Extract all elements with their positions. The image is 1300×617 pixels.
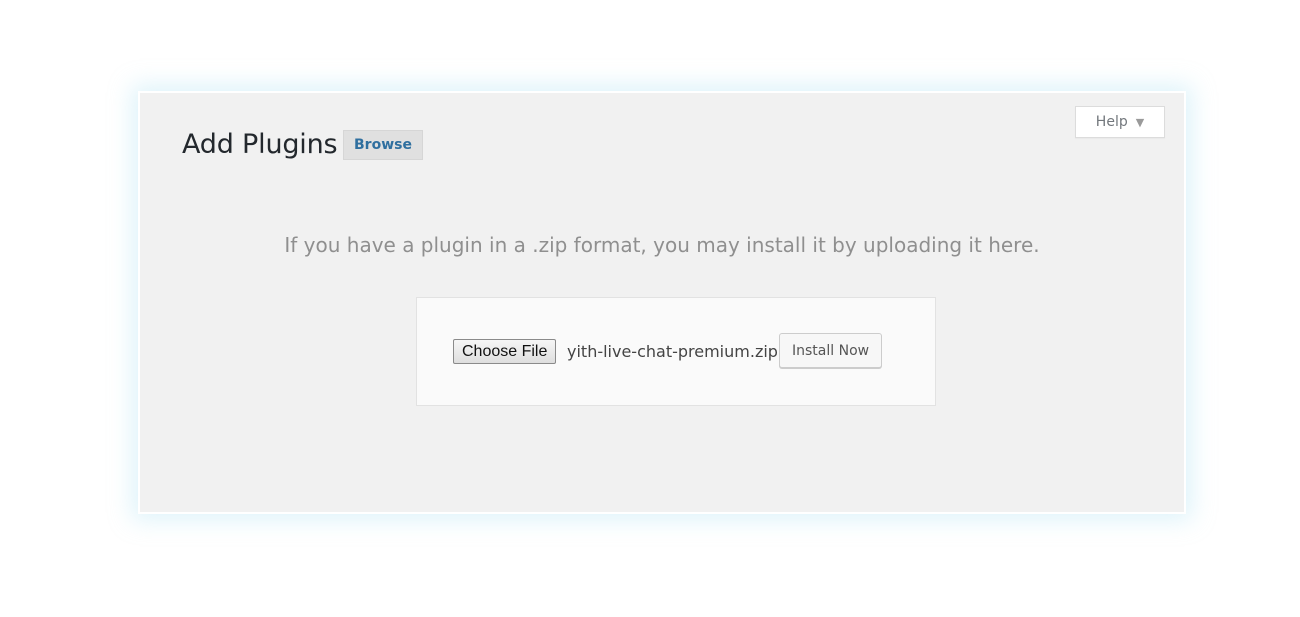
- upload-instructions: If you have a plugin in a .zip format, y…: [284, 233, 1040, 257]
- selected-file-name: yith-live-chat-premium.zip: [567, 342, 778, 361]
- caret-down-icon: ▼: [1135, 116, 1145, 129]
- upload-form: Choose File yith-live-chat-premium.zip I…: [416, 297, 936, 406]
- browse-button[interactable]: Browse: [343, 130, 423, 160]
- help-button[interactable]: Help ▼: [1075, 106, 1165, 138]
- help-button-label: Help: [1095, 114, 1128, 130]
- choose-file-button[interactable]: Choose File: [453, 339, 557, 364]
- admin-panel: Help ▼ Add Plugins Browse If you have a …: [138, 91, 1186, 514]
- install-now-button[interactable]: Install Now: [779, 333, 883, 368]
- page-title: Add Plugins: [182, 129, 338, 160]
